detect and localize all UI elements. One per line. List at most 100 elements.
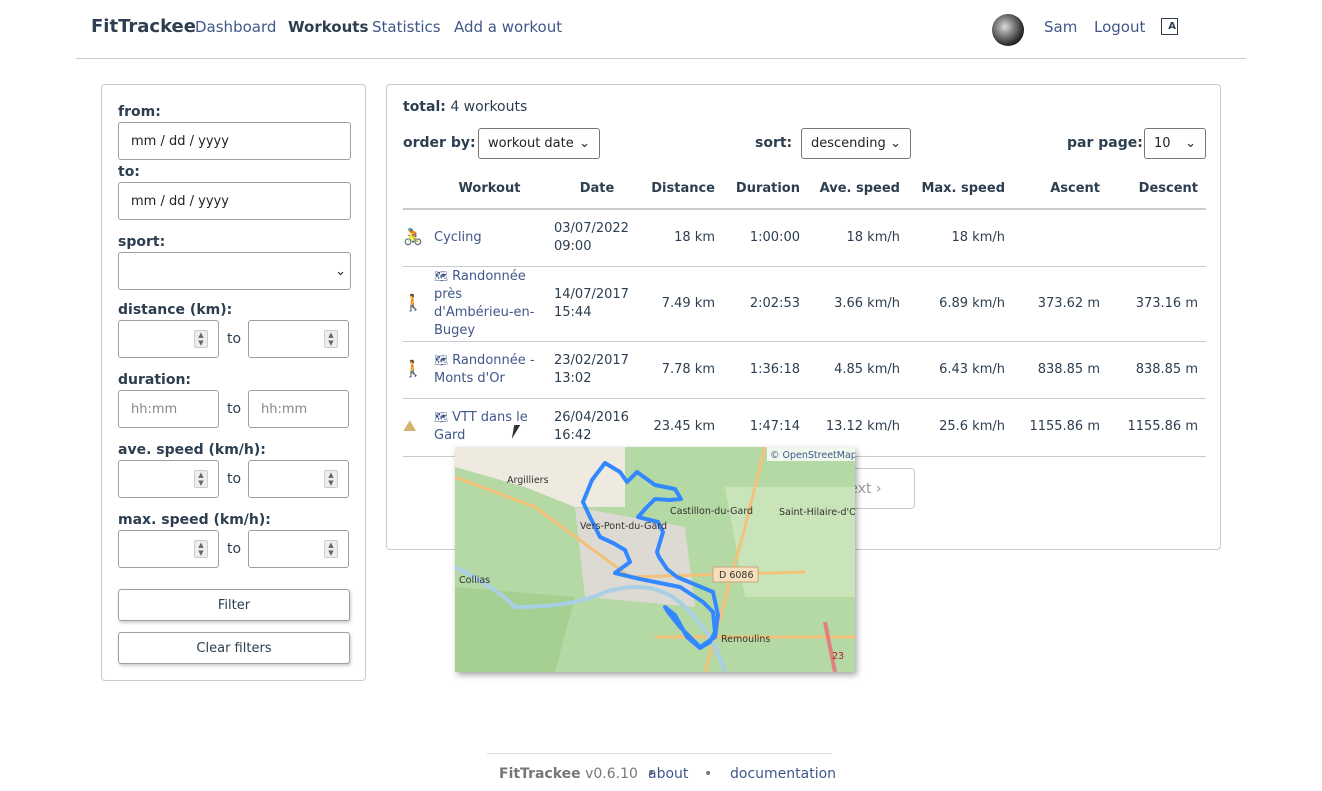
map-attribution[interactable]: © OpenStreetMap — [770, 450, 855, 461]
max-speed-from-input[interactable]: ▲ ▼ — [118, 530, 219, 568]
duration-to-input[interactable]: hh:mm — [248, 390, 349, 428]
to-date-input[interactable]: mm / dd / yyyy — [118, 182, 351, 220]
duration-from-input[interactable]: hh:mm — [118, 390, 219, 428]
filter-button[interactable]: Filter — [118, 589, 350, 621]
map-label: Remoulins — [721, 634, 770, 645]
distance-to-input[interactable]: ▲ ▼ — [248, 320, 349, 358]
chevron-right-icon: › — [875, 480, 882, 497]
sort-select[interactable]: descending ⌄ — [801, 128, 911, 159]
clear-filters-button[interactable]: Clear filters — [118, 632, 350, 664]
map-label: D 6086 — [719, 570, 754, 581]
sort-label: sort: — [755, 135, 793, 151]
column-header: Descent — [1108, 169, 1206, 210]
ave-speed-label: ave. speed (km/h): — [118, 442, 266, 458]
workout-date: 14/07/2017 — [554, 286, 629, 302]
per-page-select[interactable]: 10 ⌄ — [1144, 128, 1206, 159]
workout-map-preview[interactable]: Argilliers Vers-Pont-du-Gard Castillon-d… — [455, 447, 855, 672]
spinner-icon[interactable]: ▲ ▼ — [324, 540, 338, 558]
table-row[interactable]: 🚶 🗺 Randonnée près d'Ambérieu-en-Bugey 1… — [403, 266, 1206, 342]
documentation-link[interactable]: documentation — [730, 766, 836, 782]
max-speed-cell: 6.43 km/h — [908, 341, 1013, 399]
avatar[interactable] — [992, 14, 1024, 46]
workout-link[interactable]: Cycling — [434, 230, 482, 245]
column-header: Max. speed — [908, 169, 1013, 210]
order-by-select[interactable]: workout date ⌄ — [478, 128, 600, 159]
table-row[interactable]: 🚴 Cycling 03/07/2022 09:00 18 km 1:00:00 … — [403, 209, 1206, 267]
per-page-label: par page: — [1067, 135, 1143, 151]
distance-cell: 7.49 km — [648, 266, 723, 342]
nav-workouts[interactable]: Workouts — [288, 18, 368, 36]
distance-label: distance (km): — [118, 302, 233, 318]
from-label: from: — [118, 104, 161, 120]
workout-date: 03/07/2022 — [554, 220, 629, 236]
hiking-icon: 🚶 — [403, 358, 423, 378]
spinner-icon[interactable]: ▲ ▼ — [194, 540, 208, 558]
map-label: Vers-Pont-du-Gard — [580, 521, 667, 532]
duration-label: duration: — [118, 372, 192, 388]
chevron-down-icon: ⌄ — [579, 136, 590, 151]
max-speed-to-input[interactable]: ▲ ▼ — [248, 530, 349, 568]
from-date-input[interactable]: mm / dd / yyyy — [118, 122, 351, 160]
workout-link[interactable]: 🗺 Randonnée près d'Ambérieu-en-Bugey — [434, 269, 534, 338]
header-divider — [76, 58, 1246, 59]
ave-speed-from-input[interactable]: ▲ ▼ — [118, 460, 219, 498]
nav-dashboard[interactable]: Dashboard — [195, 18, 276, 36]
column-header: Ave. speed — [808, 169, 908, 210]
column-header: Workout — [433, 169, 553, 210]
workout-time: 16:42 — [554, 428, 592, 443]
about-link[interactable]: about — [648, 766, 688, 782]
workout-time: 09:00 — [554, 238, 592, 254]
chevron-down-icon: ⌄ — [335, 263, 346, 279]
column-header — [403, 169, 433, 210]
language-icon[interactable]: A — [1161, 18, 1178, 35]
spinner-icon[interactable]: ▲ ▼ — [194, 330, 208, 348]
order-by-label: order by: — [403, 135, 476, 151]
spinner-icon[interactable]: ▲ ▼ — [194, 470, 208, 488]
column-header: Ascent — [1013, 169, 1108, 210]
hiking-icon: 🚶 — [403, 292, 423, 312]
column-header: Duration — [723, 169, 808, 210]
logout-link[interactable]: Logout — [1094, 18, 1145, 36]
mountain-biking-icon: ⛰ — [403, 416, 417, 435]
ascent-cell: 373.62 m — [1013, 266, 1108, 342]
spinner-icon[interactable]: ▲ ▼ — [324, 470, 338, 488]
column-header: Distance — [648, 169, 723, 210]
map-icon: 🗺 — [434, 411, 448, 424]
brand-logo[interactable]: FitTrackee — [91, 16, 196, 37]
spinner-icon[interactable]: ▲ ▼ — [324, 330, 338, 348]
distance-cell: 18 km — [648, 209, 723, 267]
footer-separator: • — [704, 766, 713, 782]
map-label: Saint-Hilaire-d'Ozilhan — [779, 507, 855, 518]
ave-speed-cell: 18 km/h — [808, 209, 908, 267]
map-label: Collias — [459, 575, 490, 586]
footer-divider — [487, 753, 832, 754]
ave-speed-cell: 4.85 km/h — [808, 341, 908, 399]
ave-speed-to-input[interactable]: ▲ ▼ — [248, 460, 349, 498]
table-row[interactable]: 🚶 🗺 Randonnée - Monts d'Or 23/02/2017 13:… — [403, 341, 1206, 399]
map-label: Argilliers — [507, 475, 549, 486]
duration-cell: 1:00:00 — [723, 209, 808, 267]
ascent-cell: 1155.86 m — [1013, 398, 1108, 457]
nav-add-workout[interactable]: Add a workout — [454, 18, 562, 36]
total-count: total: 4 workouts — [403, 99, 528, 115]
map-label: Castillon-du-Gard — [670, 506, 753, 517]
cycling-icon: 🚴 — [403, 226, 423, 246]
distance-from-input[interactable]: ▲ ▼ — [118, 320, 219, 358]
column-header: Date — [553, 169, 648, 210]
nav-statistics[interactable]: Statistics — [372, 18, 441, 36]
descent-cell: 838.85 m — [1108, 341, 1206, 399]
max-speed-label: max. speed (km/h): — [118, 512, 271, 528]
workout-time: 15:44 — [554, 304, 592, 320]
workout-time: 13:02 — [554, 370, 592, 386]
to-word: to — [227, 331, 242, 347]
max-speed-cell: 25.6 km/h — [908, 398, 1013, 457]
nav-user[interactable]: Sam — [1044, 18, 1077, 36]
distance-cell: 7.78 km — [648, 341, 723, 399]
sport-select[interactable]: ⌄ — [118, 252, 351, 290]
footer-version: FitTrackee v0.6.10 • — [499, 766, 660, 782]
map-label: 23 — [832, 651, 844, 662]
map-icon: 🗺 — [434, 269, 448, 283]
filters-panel: from: mm / dd / yyyy to: mm / dd / yyyy … — [101, 84, 366, 681]
workout-link[interactable]: 🗺 Randonnée - Monts d'Or — [434, 353, 535, 386]
max-speed-cell: 6.89 km/h — [908, 266, 1013, 342]
